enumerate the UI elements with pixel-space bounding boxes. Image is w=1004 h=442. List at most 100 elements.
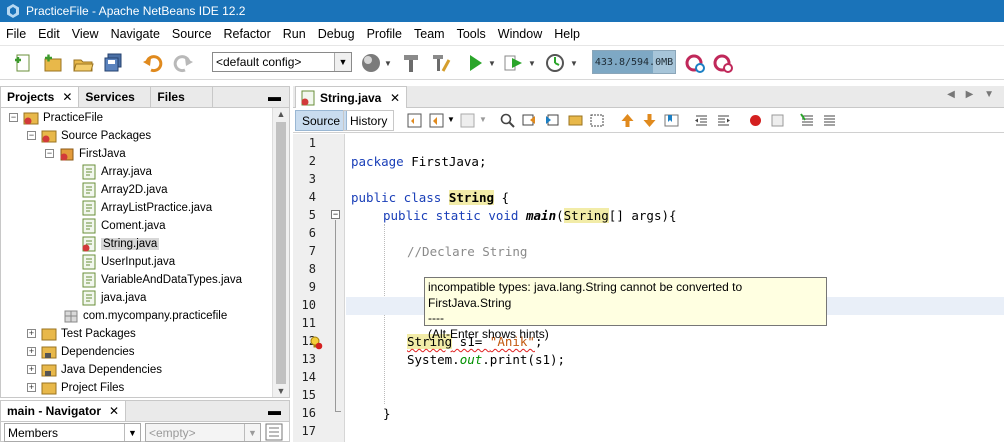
shift-left-icon[interactable] [693, 112, 710, 129]
find-icon[interactable] [499, 112, 516, 129]
tree-item-source-packages[interactable]: Source Packages [41, 127, 151, 145]
debug-icon[interactable] [502, 52, 524, 74]
toggle-highlight-icon[interactable] [567, 112, 584, 129]
close-icon[interactable]: ✕ [62, 90, 72, 104]
chevron-down-icon[interactable]: ▼ [447, 115, 455, 124]
members-dropdown[interactable]: Members ▼ [4, 423, 141, 442]
next-bookmark-icon[interactable] [641, 112, 658, 129]
run-icon[interactable] [464, 52, 486, 74]
menu-source[interactable]: Source [166, 27, 218, 41]
expand-icon[interactable]: + [27, 329, 36, 338]
menu-tools[interactable]: Tools [451, 27, 492, 41]
menu-refactor[interactable]: Refactor [218, 27, 277, 41]
memory-usage-indicator[interactable]: 433.8/594.0MB [592, 50, 676, 74]
chevron-down-icon[interactable]: ▼ [528, 59, 536, 68]
forward-icon[interactable] [459, 112, 476, 129]
tab-navigator[interactable]: main - Navigator ✕ [1, 401, 127, 421]
scroll-up-icon[interactable]: ▲ [273, 109, 289, 119]
menu-run[interactable]: Run [277, 27, 312, 41]
menu-view[interactable]: View [66, 27, 105, 41]
tree-item-practicefile[interactable]: PracticeFile [23, 109, 103, 127]
scroll-down-icon[interactable]: ▼ [273, 386, 289, 396]
menu-file[interactable]: File [0, 27, 32, 41]
find-previous-icon[interactable] [521, 112, 538, 129]
toggle-bookmark-icon[interactable] [663, 112, 680, 129]
tab-projects[interactable]: Projects ✕ [1, 87, 80, 107]
fold-toggle-icon[interactable]: − [331, 210, 340, 219]
minimize-icon[interactable]: ▬ [268, 403, 281, 418]
tree-item-file[interactable]: VariableAndDataTypes.java [81, 271, 242, 289]
navigator-settings-icon[interactable] [265, 423, 283, 441]
shift-right-icon[interactable] [715, 112, 732, 129]
tree-item-java-dependencies[interactable]: Java Dependencies [41, 361, 162, 379]
history-button[interactable]: History [343, 110, 395, 131]
chevron-down-icon[interactable]: ▼ [334, 53, 351, 71]
tree-item-firstjava[interactable]: FirstJava [59, 145, 126, 163]
uncomment-icon[interactable] [821, 112, 838, 129]
menu-help[interactable]: Help [548, 27, 586, 41]
menu-debug[interactable]: Debug [312, 27, 361, 41]
expand-icon[interactable]: + [27, 365, 36, 374]
minimize-icon[interactable]: ▬ [268, 89, 281, 104]
tree-item-file[interactable]: UserInput.java [81, 253, 175, 271]
build-hammer-icon[interactable] [400, 52, 422, 74]
collapse-icon[interactable]: − [27, 131, 36, 140]
target-platform-icon[interactable] [360, 52, 382, 74]
error-hint-icon[interactable] [309, 336, 323, 350]
redo-icon[interactable] [172, 52, 194, 74]
profiler-snapshot-icon[interactable] [712, 52, 734, 74]
source-button[interactable]: Source [295, 110, 348, 131]
menu-profile[interactable]: Profile [361, 27, 408, 41]
close-icon[interactable]: ✕ [390, 91, 400, 105]
tree-item-file[interactable]: Coment.java [81, 217, 166, 235]
save-all-icon[interactable] [102, 52, 124, 74]
tree-item-file[interactable]: Array.java [81, 163, 152, 181]
chevron-down-icon[interactable]: ▼ [124, 424, 140, 441]
back-icon[interactable] [428, 112, 445, 129]
undo-icon[interactable] [142, 52, 164, 74]
projects-scrollbar[interactable]: ▲ ▼ [272, 108, 289, 397]
tree-item-file[interactable]: ArrayListPractice.java [81, 199, 212, 217]
tree-item-project-files[interactable]: Project Files [41, 379, 124, 397]
scroll-thumb[interactable] [276, 122, 286, 384]
filter-dropdown[interactable]: <empty> ▼ [145, 423, 261, 442]
menu-edit[interactable]: Edit [32, 27, 66, 41]
chevron-down-icon[interactable]: ▼ [384, 59, 392, 68]
menu-navigate[interactable]: Navigate [105, 27, 166, 41]
expand-icon[interactable]: + [27, 347, 36, 356]
chevron-down-icon[interactable]: ▼ [244, 424, 260, 441]
collapse-icon[interactable]: − [45, 149, 54, 158]
close-icon[interactable]: ✕ [109, 404, 119, 418]
find-next-icon[interactable] [543, 112, 560, 129]
tree-item-package[interactable]: com.mycompany.practicefile [63, 307, 227, 325]
tab-files[interactable]: Files [151, 87, 214, 107]
tree-item-test-packages[interactable]: Test Packages [41, 325, 136, 343]
clean-build-icon[interactable] [430, 52, 452, 74]
chevron-down-icon[interactable]: ▼ [570, 59, 578, 68]
chevron-down-icon[interactable]: ▼ [479, 115, 487, 124]
menu-window[interactable]: Window [492, 27, 548, 41]
expand-icon[interactable]: + [27, 383, 36, 392]
config-dropdown[interactable]: <default config> ▼ [212, 52, 352, 72]
menu-team[interactable]: Team [408, 27, 451, 41]
tree-item-file[interactable]: java.java [81, 289, 146, 307]
gc-icon[interactable] [684, 52, 706, 74]
start-macro-icon[interactable] [747, 112, 764, 129]
last-edit-icon[interactable] [406, 112, 423, 129]
toggle-rect-selection-icon[interactable] [589, 112, 606, 129]
previous-bookmark-icon[interactable] [619, 112, 636, 129]
profile-icon[interactable] [544, 52, 566, 74]
tree-item-dependencies[interactable]: Dependencies [41, 343, 135, 361]
tree-item-file-selected[interactable]: String.java [81, 235, 160, 253]
chevron-down-icon[interactable]: ▼ [488, 59, 496, 68]
tree-item-file[interactable]: Array2D.java [81, 181, 167, 199]
tab-string-java[interactable]: String.java ✕ [295, 86, 407, 108]
new-file-icon[interactable] [12, 52, 34, 74]
tab-navigation-icon[interactable]: ◀ ▶ ▼ [947, 89, 998, 100]
comment-icon[interactable] [799, 112, 816, 129]
open-project-icon[interactable] [72, 52, 94, 74]
collapse-icon[interactable]: − [9, 113, 18, 122]
new-project-icon[interactable] [42, 52, 64, 74]
tab-services[interactable]: Services [79, 87, 152, 107]
stop-macro-icon[interactable] [769, 112, 786, 129]
